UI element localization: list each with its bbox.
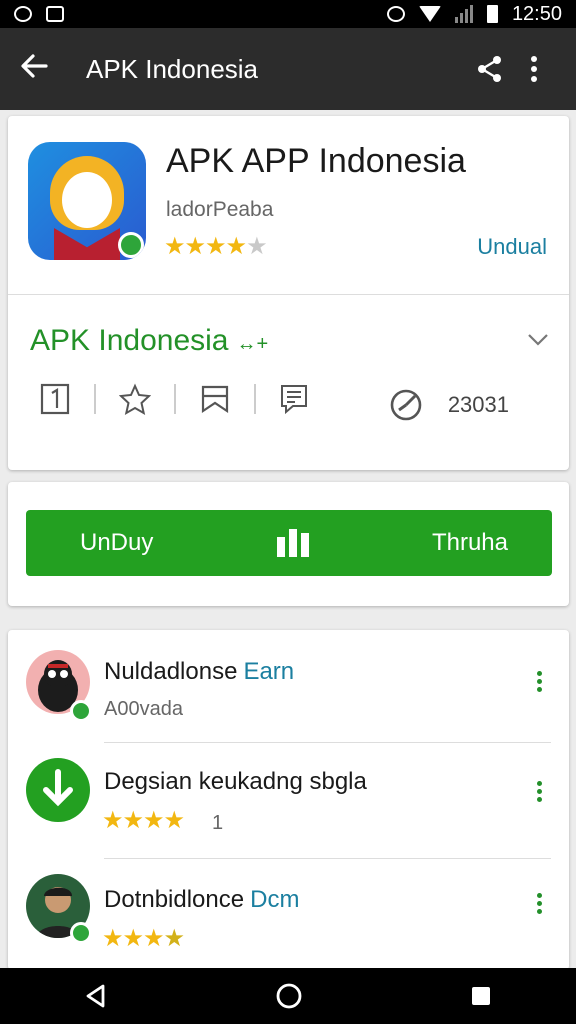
downloads-icon xyxy=(389,388,423,427)
verified-badge-icon xyxy=(70,922,92,944)
notification-icon xyxy=(14,6,32,22)
sync-icon xyxy=(386,6,405,22)
divider xyxy=(104,858,551,859)
overflow-menu-button[interactable] xyxy=(512,55,556,83)
list-item-rating-stars: ★★★★ xyxy=(102,807,185,834)
page-icon[interactable] xyxy=(38,382,72,416)
recents-nav-button[interactable] xyxy=(469,984,493,1008)
list-item[interactable]: Dotnbidlonce Dcm ★★★★ xyxy=(8,866,569,976)
install-right-label: Thruha xyxy=(431,529,508,556)
list-item[interactable]: Nuldadlonse Earn A00vada xyxy=(8,640,569,750)
related-list-card: Nuldadlonse Earn A00vada Degsian keukadng… xyxy=(8,630,569,970)
share-icon xyxy=(478,56,501,82)
back-button[interactable] xyxy=(20,50,68,89)
page-title: APK Indonesia xyxy=(86,53,259,84)
divider xyxy=(104,742,551,743)
install-card: UnDuy Thruha xyxy=(8,482,569,606)
status-bar: 12:50 xyxy=(0,0,576,28)
more-vert-icon xyxy=(531,56,537,82)
verified-badge-icon xyxy=(70,700,92,722)
review-icon[interactable] xyxy=(278,382,312,416)
app-rating-stars: ★★★★★ xyxy=(164,233,268,260)
image-icon xyxy=(46,6,64,22)
clock: 12:50 xyxy=(511,2,562,25)
bar-chart-icon xyxy=(276,529,309,557)
battery-icon xyxy=(486,5,498,23)
list-item-title: Dotnbidlonce Dcm xyxy=(104,886,300,913)
install-left-label: UnDuy xyxy=(80,529,154,556)
download-count: 23031 xyxy=(447,392,509,417)
home-nav-button[interactable] xyxy=(275,982,303,1010)
signal-icon xyxy=(454,5,473,23)
star-icon[interactable] xyxy=(118,382,152,416)
install-button[interactable]: UnDuy Thruha xyxy=(26,510,552,576)
wifi-icon xyxy=(418,6,441,22)
back-nav-button[interactable] xyxy=(83,983,109,1009)
list-item-rating-stars: ★★★★ xyxy=(102,925,185,952)
app-icon xyxy=(28,142,146,260)
download-link[interactable]: Undual xyxy=(477,234,547,260)
app-developer[interactable]: ladorPeaba xyxy=(166,198,273,222)
section-title-suffix: ↔+ xyxy=(236,333,269,355)
item-more-icon[interactable] xyxy=(537,668,543,695)
list-item-title: Degsian keukadng sbgla xyxy=(104,768,367,795)
section-title-text: APK Indonesia xyxy=(30,324,229,357)
item-more-icon[interactable] xyxy=(537,778,543,805)
item-more-icon[interactable] xyxy=(537,890,543,917)
list-item-subtitle: 1 xyxy=(212,812,224,834)
chevron-down-icon[interactable] xyxy=(527,328,549,350)
section-title[interactable]: APK Indonesia ↔+ xyxy=(30,324,268,358)
list-item[interactable]: Degsian keukadng sbgla ★★★★ 1 xyxy=(8,750,569,860)
app-bar: APK Indonesia xyxy=(0,28,576,110)
share-button[interactable] xyxy=(468,55,512,83)
download-icon xyxy=(26,758,90,822)
divider xyxy=(8,294,569,295)
verified-badge-icon xyxy=(118,232,144,258)
list-item-subtitle: A00vada xyxy=(104,698,183,720)
quick-action-row xyxy=(38,382,312,416)
arrow-left-icon xyxy=(21,53,48,78)
list-item-title: Nuldadlonse Earn xyxy=(104,658,295,685)
bookmark-icon[interactable] xyxy=(198,382,232,416)
app-title: APK APP Indonesia xyxy=(166,142,466,180)
app-details-card: APK APP Indonesia ladorPeaba ★★★★★ Undua… xyxy=(8,116,569,470)
system-nav-bar xyxy=(0,968,576,1024)
